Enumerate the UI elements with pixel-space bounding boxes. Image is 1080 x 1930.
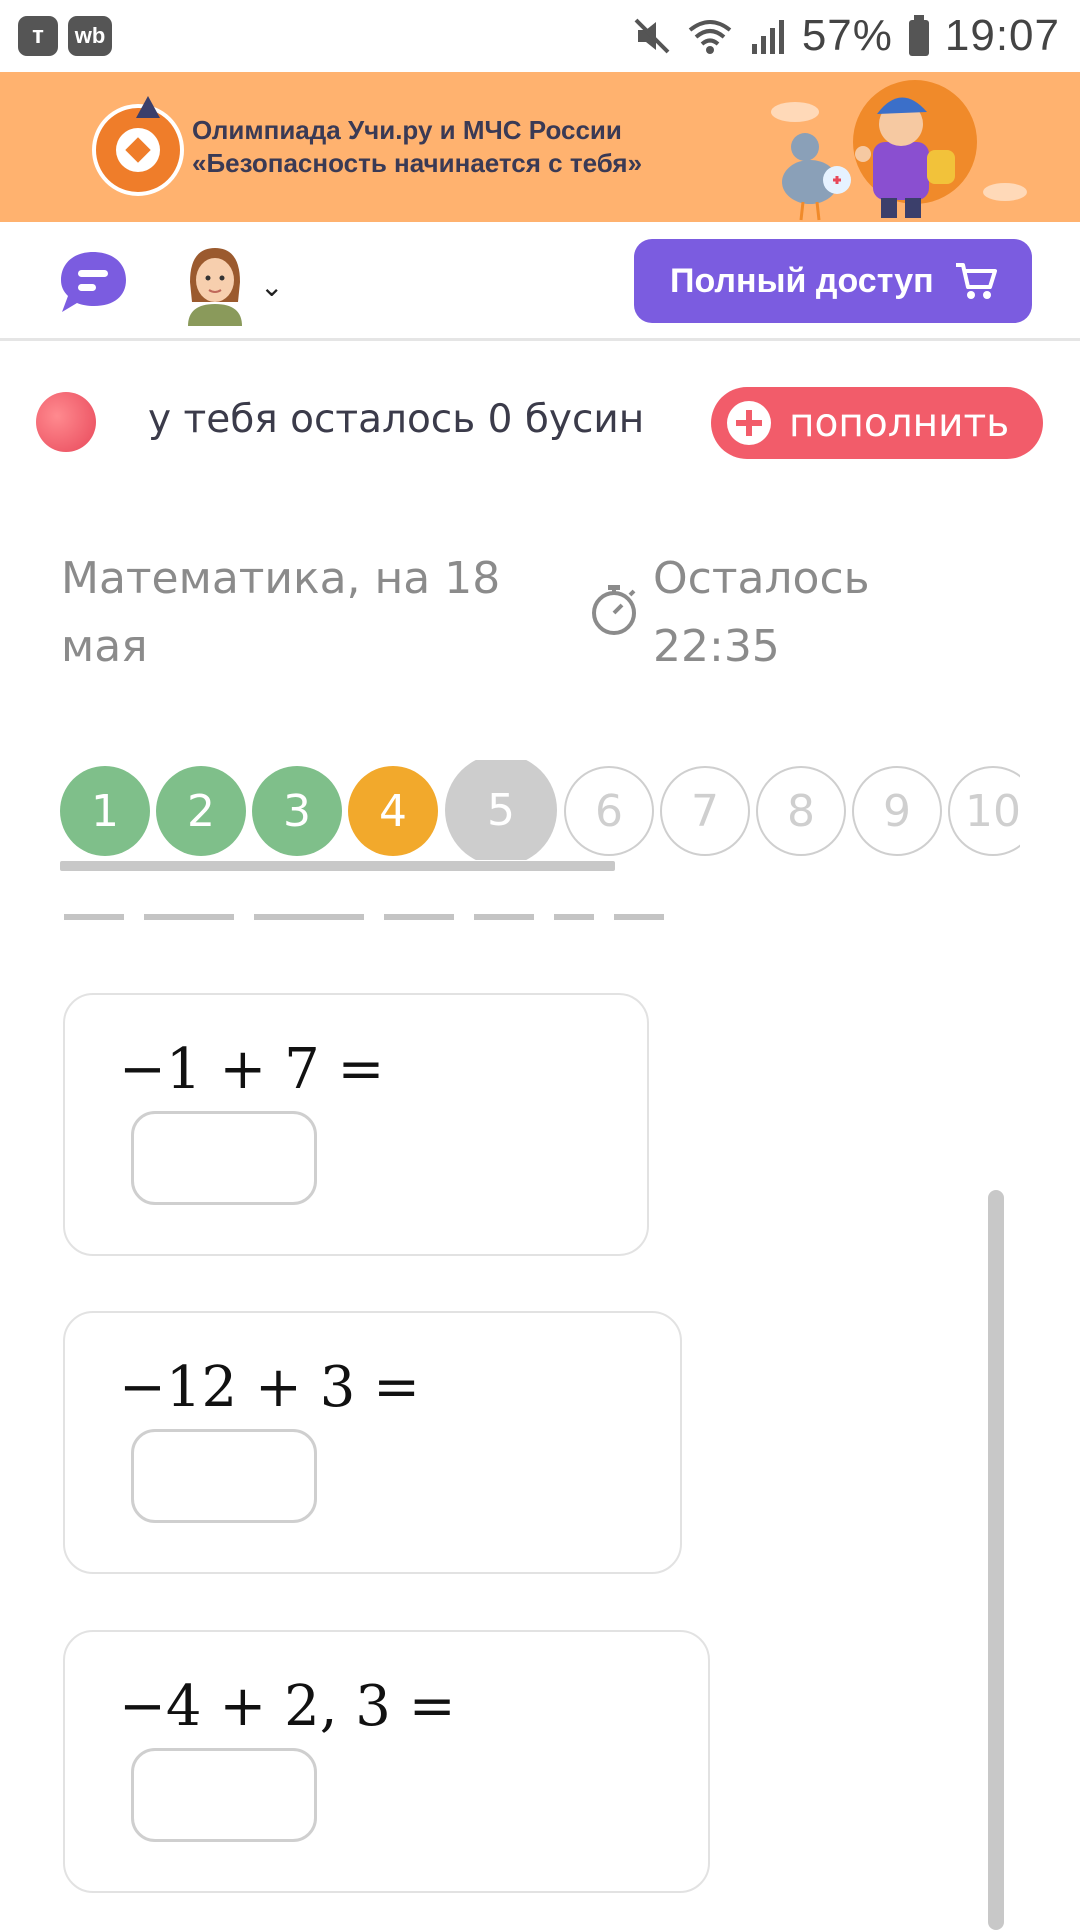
refill-label: пополнить (789, 400, 1010, 446)
task-step-1[interactable]: 1 (60, 766, 150, 856)
task-step-9[interactable]: 9 (852, 766, 942, 856)
beads-remaining-text: у тебя осталось 0 бусин (148, 397, 645, 442)
exercise-card-3: −4 + 2, 3 = (63, 1630, 710, 1893)
task-step-10[interactable]: 10 (948, 766, 1020, 856)
chat-icon[interactable] (58, 248, 128, 314)
clock: 19:07 (944, 11, 1060, 60)
cart-icon (955, 263, 997, 299)
answer-input[interactable] (131, 1111, 317, 1205)
shield-app-icon: т (18, 16, 58, 56)
task-step-6[interactable]: 6 (564, 766, 654, 856)
app-header: ⌄ Полный доступ (0, 222, 1080, 341)
cut-off-instruction-text (64, 914, 664, 920)
task-step-5[interactable]: 5 (445, 760, 557, 860)
mute-icon (634, 18, 670, 54)
answer-input[interactable] (131, 1748, 317, 1842)
signal-icon (751, 20, 784, 54)
exercise-card-1: −1 + 7 = (63, 993, 649, 1256)
answer-input[interactable] (131, 1429, 317, 1523)
logo-crown-icon (136, 96, 160, 118)
chevron-down-icon[interactable]: ⌄ (260, 270, 283, 303)
task-progress: 1 2 3 4 5 6 7 8 9 10 (60, 760, 1020, 860)
time-remaining: Осталось 22:35 (653, 553, 870, 672)
banner-line-1: Олимпиада Учи.ру и МЧС России (192, 115, 622, 145)
exercise-expression: −4 + 2, 3 = (119, 1674, 456, 1739)
stopwatch-icon (592, 585, 636, 635)
exercise-expression: −1 + 7 = (119, 1037, 385, 1102)
refill-button[interactable]: пополнить (711, 387, 1043, 459)
bead-icon (36, 392, 96, 452)
user-avatar[interactable] (180, 242, 250, 326)
page-scrollbar[interactable] (988, 1190, 1004, 1930)
status-bar: т wb 57% 19:07 (0, 0, 1080, 72)
banner-title: Олимпиада Учи.ру и МЧС России «Безопасно… (192, 114, 642, 180)
wb-app-icon: wb (68, 16, 112, 56)
task-step-3[interactable]: 3 (252, 766, 342, 856)
task-step-8[interactable]: 8 (756, 766, 846, 856)
banner-line-2: «Безопасность начинается с тебя» (192, 148, 643, 178)
task-step-2[interactable]: 2 (156, 766, 246, 856)
status-icons: 57% 19:07 (632, 8, 1060, 64)
wifi-icon (688, 20, 732, 54)
full-access-label: Полный доступ (670, 261, 934, 300)
lesson-subject: Математика, на 18 мая (61, 553, 501, 672)
battery-icon (908, 15, 929, 56)
task-step-4[interactable]: 4 (348, 766, 438, 856)
full-access-button[interactable]: Полный доступ (634, 239, 1032, 323)
battery-percent: 57% (801, 11, 893, 60)
task-step-7[interactable]: 7 (660, 766, 750, 856)
exercise-expression: −12 + 3 = (119, 1355, 421, 1420)
olympiad-banner[interactable]: Олимпиада Учи.ру и МЧС России «Безопасно… (0, 72, 1080, 222)
task-progress-scroll-track[interactable] (60, 861, 615, 871)
exercise-card-2: −12 + 3 = (63, 1311, 682, 1574)
plus-icon (727, 401, 771, 445)
banner-illustration (771, 80, 1027, 221)
